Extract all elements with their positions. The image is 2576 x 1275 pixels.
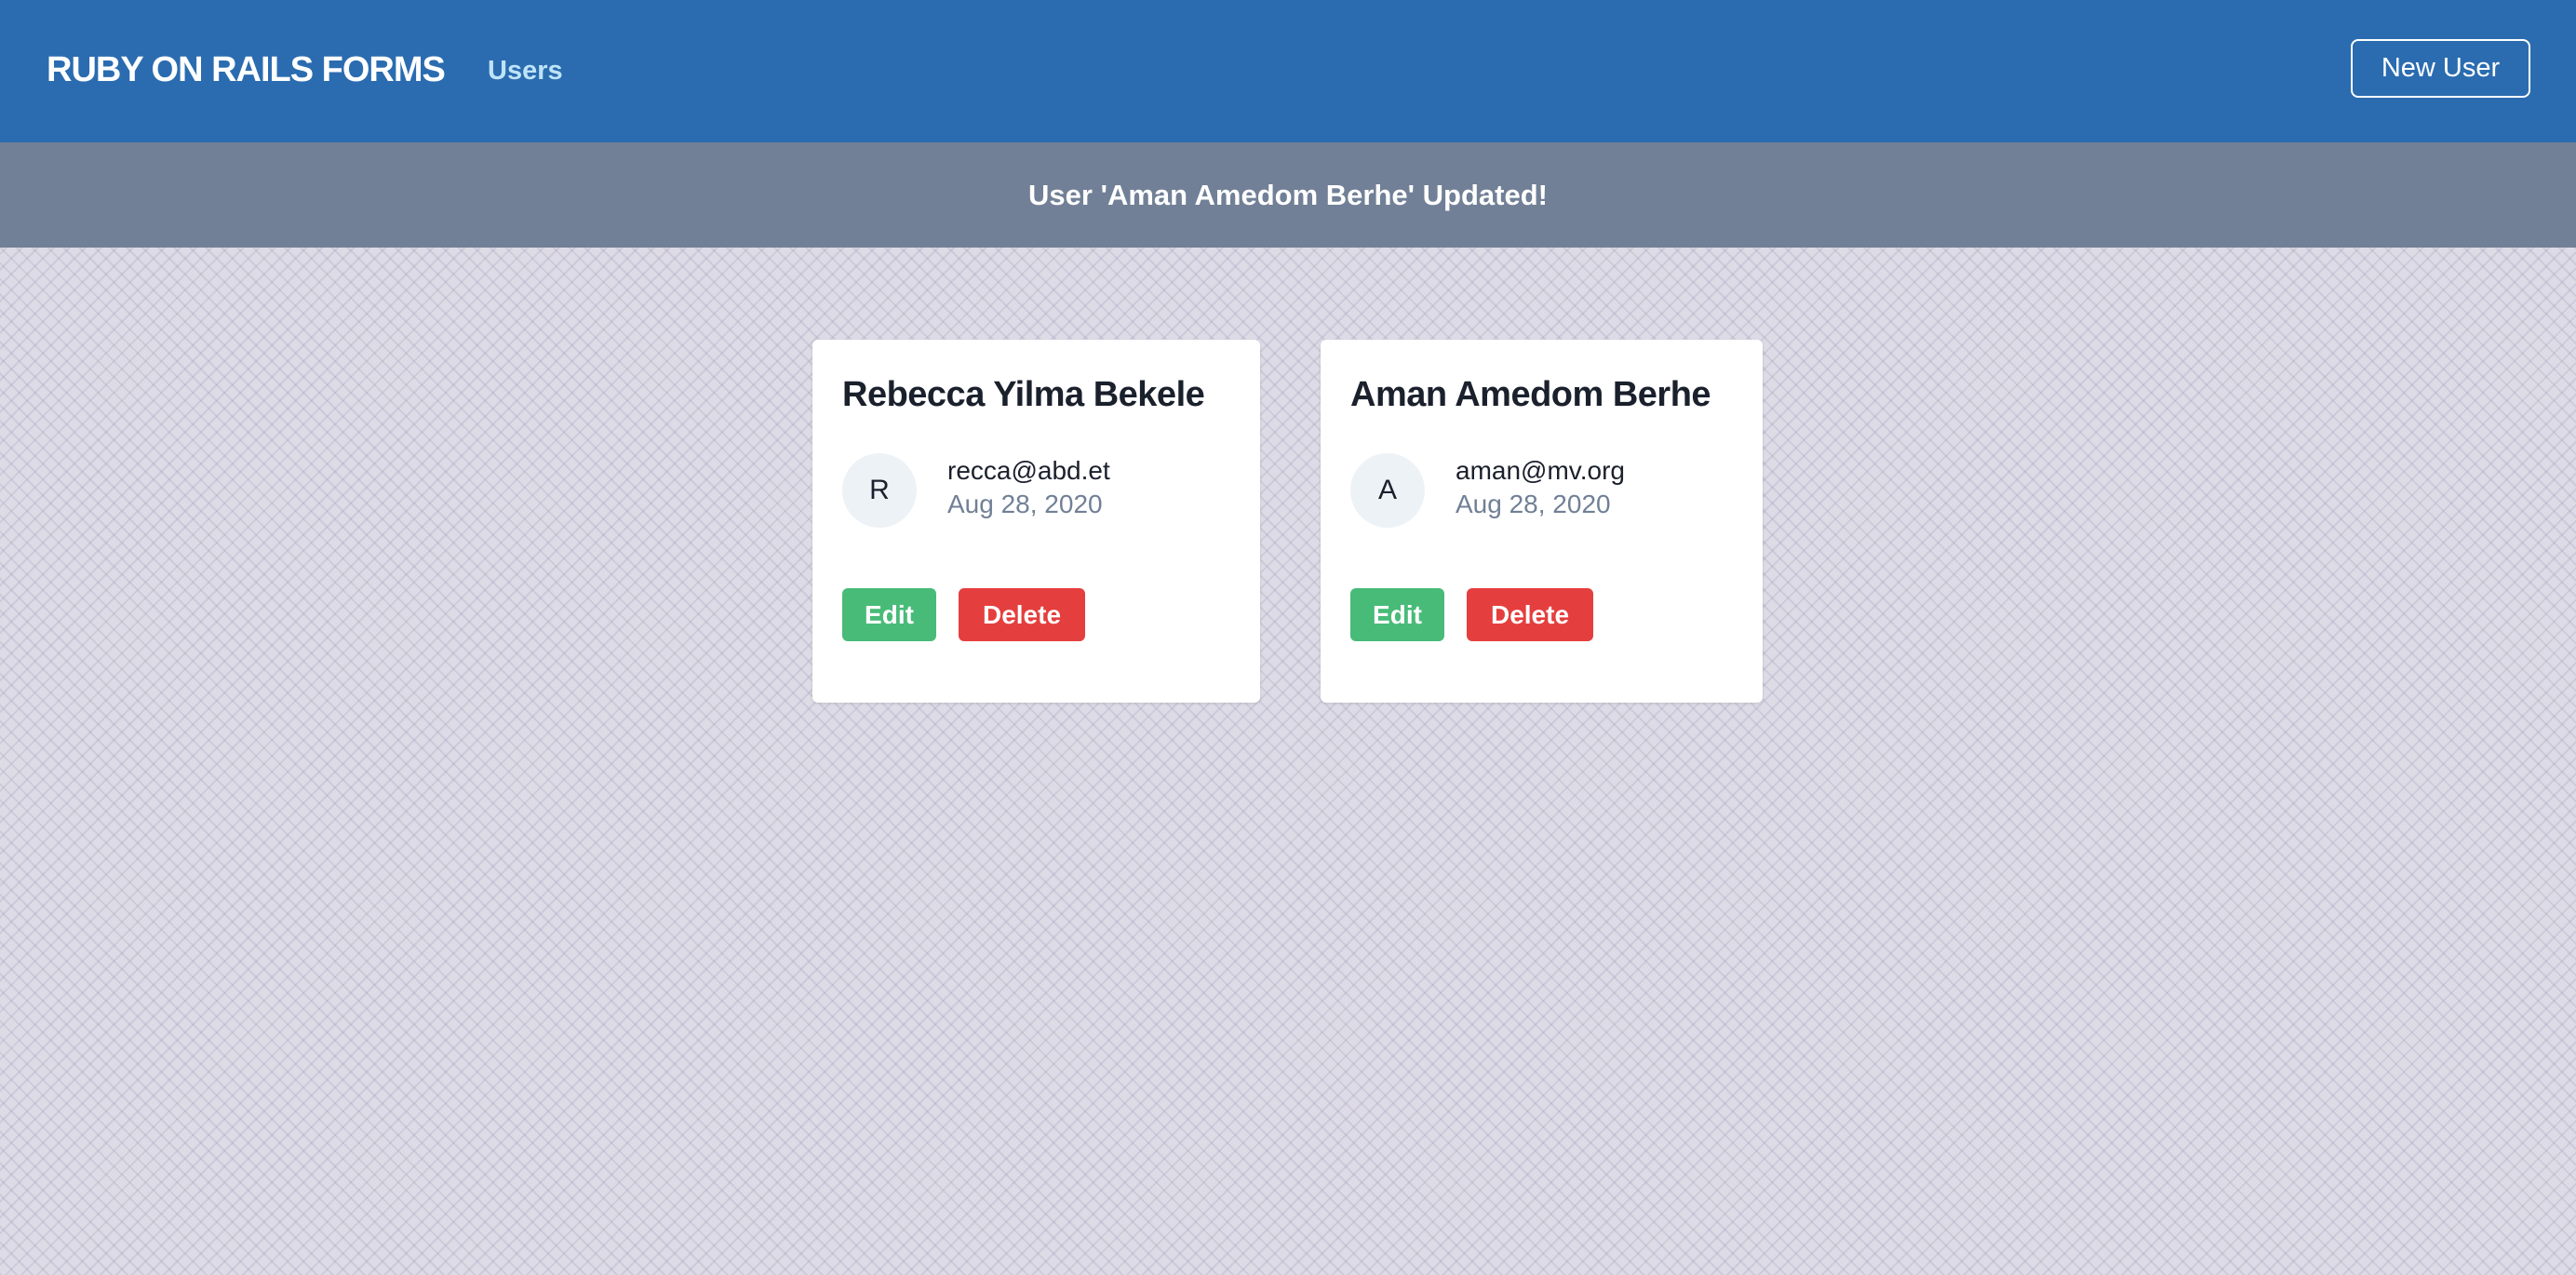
user-name: Rebecca Yilma Bekele xyxy=(842,375,1205,414)
user-email: aman@mv.org xyxy=(1456,456,1625,485)
new-user-button[interactable]: New User xyxy=(2351,39,2530,98)
user-card: Rebecca Yilma Bekele R recca@abd.et Aug … xyxy=(812,340,1260,703)
user-name: Aman Amedom Berhe xyxy=(1350,375,1711,414)
user-date: Aug 28, 2020 xyxy=(947,490,1103,518)
flash-notice: User 'Aman Amedom Berhe' Updated! xyxy=(0,142,2576,248)
avatar: A xyxy=(1350,453,1425,528)
user-date: Aug 28, 2020 xyxy=(1456,490,1611,518)
brand-logo-text[interactable]: RUBY ON RAILS FORMS xyxy=(47,48,446,91)
user-email: recca@abd.et xyxy=(947,456,1110,485)
user-card: Aman Amedom Berhe A aman@mv.org Aug 28, … xyxy=(1321,340,1763,703)
edit-button[interactable]: Edit xyxy=(842,588,936,641)
nav-link-users[interactable]: Users xyxy=(488,54,563,87)
avatar: R xyxy=(842,453,917,528)
delete-button[interactable]: Delete xyxy=(1467,588,1593,641)
top-navbar: RUBY ON RAILS FORMS Users New User xyxy=(0,0,2576,142)
edit-button[interactable]: Edit xyxy=(1350,588,1444,641)
delete-button[interactable]: Delete xyxy=(959,588,1085,641)
